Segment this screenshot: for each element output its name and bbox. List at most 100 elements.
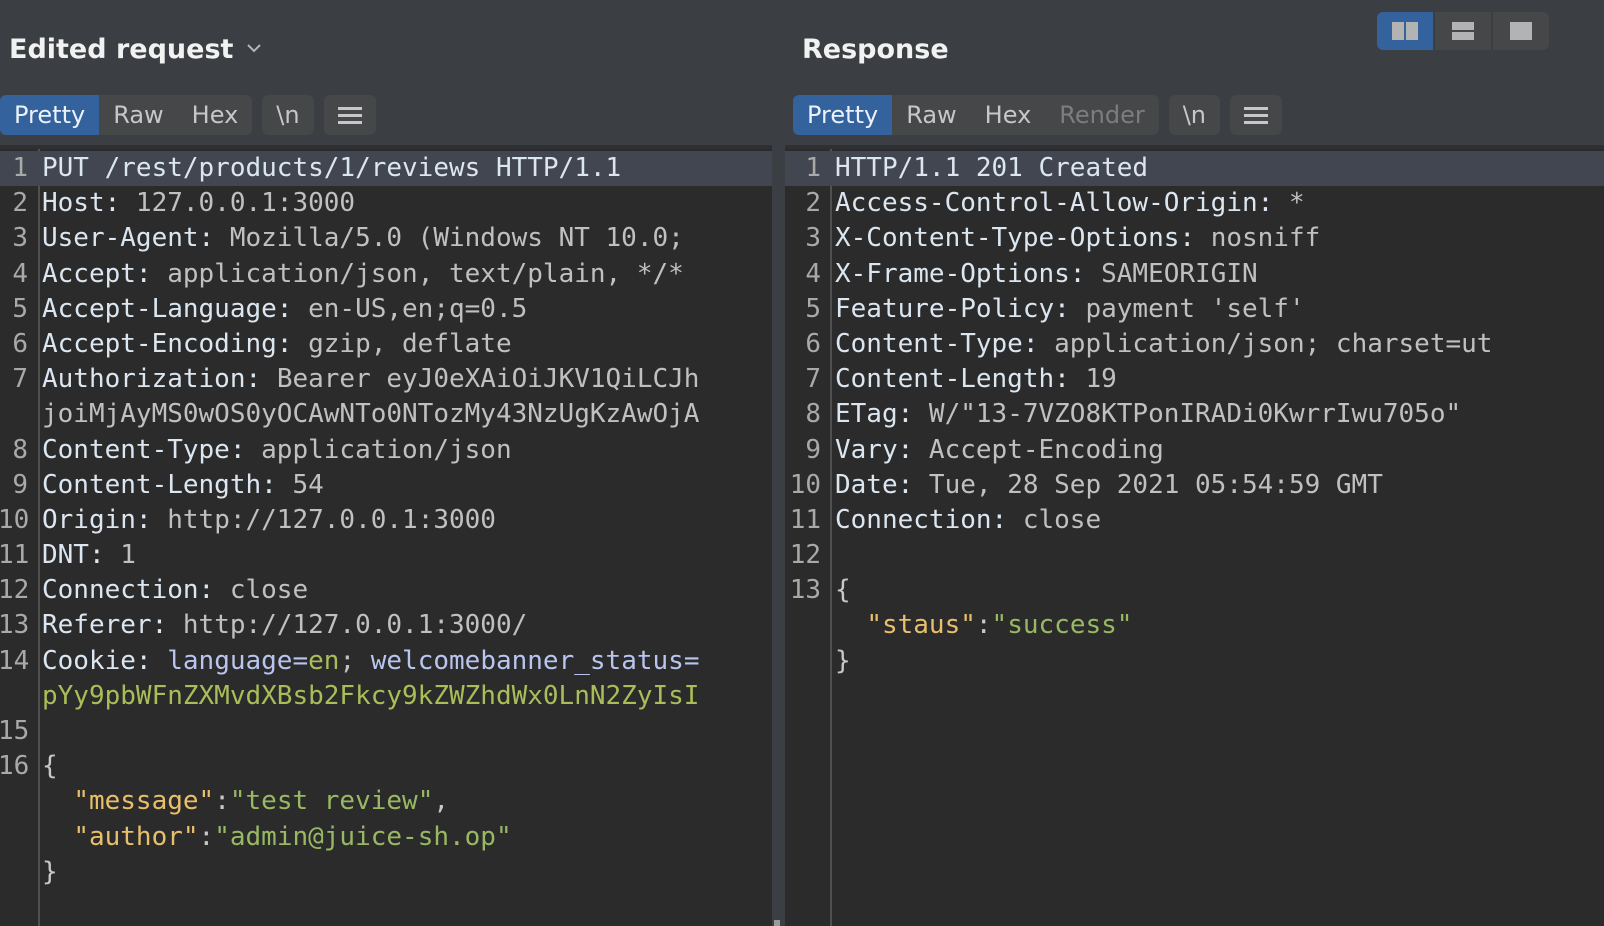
request-line: PUT /rest/products/1/reviews HTTP/1.1 [42, 153, 622, 183]
header-name: Date: [835, 469, 929, 500]
code-line-wrap: "staus":"success" [866, 610, 1133, 641]
json-value: "success" [991, 610, 1133, 641]
code-line: 11 DNT: 1 [0, 538, 772, 573]
response-editor[interactable]: 1 HTTP/1.1 201 Created 2 Access-Control-Al… [785, 145, 1604, 926]
header-value: http://127.0.0.1:3000/ [182, 610, 528, 641]
json-key: "staus" [866, 610, 976, 641]
json-open-brace: { [835, 575, 851, 606]
line-number: 15 [0, 716, 30, 746]
header-value: Bearer eyJ0eXAiOiJKV1QiLCJh [276, 364, 700, 395]
header-value: 127.0.0.1:3000 [135, 188, 356, 219]
code-line-wrap: } [0, 855, 772, 890]
line-number: 12 [0, 575, 30, 606]
request-menu-button[interactable] [323, 95, 376, 135]
newline-toggle-label: \n [276, 101, 300, 129]
request-newline-toggle[interactable]: \n [262, 95, 314, 135]
line-number: 9 [12, 469, 28, 500]
code-line: 15 [0, 714, 772, 749]
code-line: 7 Content-Length: 19 [785, 362, 1604, 397]
line-number: 3 [805, 223, 821, 254]
code-line-wrap: "message":"test review", [73, 786, 450, 817]
code-line: 1 PUT /rest/products/1/reviews HTTP/1.1 [0, 151, 772, 187]
code-line-wrap: } [785, 644, 1604, 679]
line-number: 11 [789, 504, 821, 535]
header-name: Origin: [42, 504, 168, 535]
header-name: Access-Control-Allow-Origin: [835, 188, 1289, 219]
header-name: Content-Length: [835, 364, 1086, 395]
line-number: 8 [805, 399, 821, 430]
json-open-brace: { [42, 751, 58, 782]
response-title-text: Response [802, 34, 949, 65]
code-line: 8 Content-Type: application/json [0, 433, 772, 468]
header-name: Content-Type: [42, 434, 262, 465]
line-number: 7 [12, 364, 28, 395]
header-value: http://127.0.0.1:3000 [167, 504, 496, 535]
line-number: 9 [805, 434, 821, 465]
header-name: Authorization: [42, 364, 277, 395]
newline-toggle-label: \n [1182, 101, 1207, 129]
request-code: 1 PUT /rest/products/1/reviews HTTP/1.1 2… [0, 151, 772, 890]
line-number: 8 [12, 434, 28, 465]
response-newline-toggle[interactable]: \n [1168, 95, 1221, 135]
line-number: 5 [12, 293, 28, 324]
line-number: 11 [0, 540, 30, 571]
header-name: ETag: [835, 399, 929, 430]
line-number: 13 [789, 575, 821, 606]
code-line: 2 Access-Control-Allow-Origin: * [785, 186, 1604, 221]
header-value: 1 [120, 540, 136, 571]
json-close-brace: } [42, 856, 58, 887]
request-title[interactable]: Edited request [9, 34, 262, 65]
header-value: gzip, deflate [308, 328, 512, 359]
header-value: nosniff [1210, 223, 1321, 254]
response-title: Response [802, 34, 949, 65]
header-name: Host: [42, 188, 136, 219]
code-line: 16 { [0, 749, 772, 784]
request-editor[interactable]: 1 PUT /rest/products/1/reviews HTTP/1.1 2… [0, 145, 772, 926]
header-name: Content-Length: [42, 469, 293, 500]
cookie-value: en [308, 645, 340, 676]
response-tab-hex[interactable]: Hex [971, 95, 1046, 135]
request-tab-hex[interactable]: Hex [178, 95, 253, 135]
code-line: 4 X-Frame-Options: SAMEORIGIN [785, 257, 1604, 292]
header-value: 54 [292, 469, 324, 500]
line-number: 4 [805, 258, 821, 289]
code-line: 5 Accept-Language: en-US,en;q=0.5 [0, 292, 772, 327]
header-value: * [1288, 188, 1305, 219]
code-line-wrap: pYy9pbWFnZXMvdXBsb2Fkcy9kZWZhdWx0LnN2ZyI… [0, 679, 772, 714]
code-line: 9 Vary: Accept-Encoding [785, 433, 1604, 468]
request-tab-raw[interactable]: Raw [99, 95, 177, 135]
header-value: Tue, 28 Sep 2021 05:54:59 GMT [928, 469, 1383, 500]
header-value: Accept-Encoding [928, 434, 1164, 465]
pane-splitter[interactable] [772, 150, 782, 926]
response-format-tabs: Pretty Raw Hex Render [793, 95, 1159, 135]
chevron-down-icon[interactable] [247, 41, 262, 55]
request-title-text: Edited request [9, 34, 234, 65]
code-line: 4 Accept: application/json, text/plain, *… [0, 257, 772, 292]
header-value: application/json, text/plain, */* [167, 258, 684, 289]
request-panel: Edited request Pretty Raw Hex \n 1 PUT /r… [0, 0, 772, 926]
code-line: 2 Host: 127.0.0.1:3000 [0, 186, 772, 221]
header-name: Connection: [42, 575, 230, 606]
response-tab-raw[interactable]: Raw [892, 95, 970, 135]
json-close-brace: } [835, 645, 851, 676]
header-value: close [229, 575, 309, 606]
response-tab-pretty[interactable]: Pretty [793, 95, 893, 135]
code-line: 6 Accept-Encoding: gzip, deflate [0, 327, 772, 362]
header-value: payment 'self' [1085, 293, 1305, 324]
header-name: Accept: [42, 258, 168, 289]
header-name: X-Content-Type-Options: [835, 223, 1211, 254]
header-name: User-Agent: [42, 223, 230, 254]
response-tab-render[interactable]: Render [1045, 95, 1158, 135]
line-number: 3 [12, 223, 28, 254]
header-name: Accept-Language: [42, 293, 309, 324]
cookie-name: welcomebanner_status= [370, 645, 700, 676]
line-number: 14 [0, 645, 30, 676]
request-tab-pretty[interactable]: Pretty [0, 95, 100, 135]
header-name: Accept-Encoding: [42, 328, 309, 359]
header-value: W/"13-7VZO8KTPonIRADi0KwrrIwu705o" [928, 399, 1462, 430]
header-name: Content-Type: [835, 328, 1055, 359]
code-line: 6 Content-Type: application/json; charset… [785, 327, 1604, 362]
splitter-handle[interactable] [774, 920, 780, 926]
code-line: 12 Connection: close [0, 573, 772, 608]
response-menu-button[interactable] [1230, 95, 1283, 135]
